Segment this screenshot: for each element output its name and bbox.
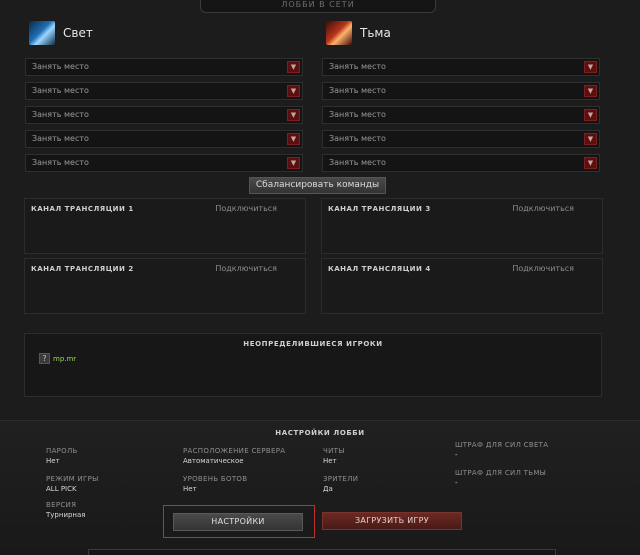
chevron-down-icon[interactable]: ▼ bbox=[287, 61, 300, 73]
slot-label: Занять место bbox=[32, 86, 89, 95]
radiant-slot-4[interactable]: Занять место ▼ bbox=[25, 130, 303, 148]
radiant-penalty-value: - bbox=[455, 451, 458, 459]
server-label: РАСПОЛОЖЕНИЕ СЕРВЕРА bbox=[183, 447, 286, 455]
radiant-slot-1[interactable]: Занять место ▼ bbox=[25, 58, 303, 76]
slot-label: Занять место bbox=[32, 158, 89, 167]
radiant-slot-2[interactable]: Занять место ▼ bbox=[25, 82, 303, 100]
join-broadcast-link[interactable]: Подключиться bbox=[512, 204, 574, 213]
broadcast-channel-title: КАНАЛ ТРАНСЛЯЦИИ 2 bbox=[31, 265, 134, 273]
broadcast-channel-3: КАНАЛ ТРАНСЛЯЦИИ 3 Подключиться bbox=[321, 198, 603, 254]
slot-label: Занять место bbox=[329, 158, 386, 167]
chevron-down-icon[interactable]: ▼ bbox=[584, 133, 597, 145]
chevron-down-icon[interactable]: ▼ bbox=[287, 85, 300, 97]
game-mode-label: РЕЖИМ ИГРЫ bbox=[46, 475, 99, 483]
spectators-value: Да bbox=[323, 485, 333, 493]
dire-team-name: Тьма bbox=[360, 26, 391, 40]
dire-header: Тьма bbox=[326, 20, 391, 46]
cheats-label: ЧИТЫ bbox=[323, 447, 345, 455]
lobby-settings-title: НАСТРОЙКИ ЛОББИ bbox=[275, 429, 365, 437]
chevron-down-icon[interactable]: ▼ bbox=[287, 109, 300, 121]
broadcast-channel-4: КАНАЛ ТРАНСЛЯЦИИ 4 Подключиться bbox=[321, 258, 603, 314]
radiant-header: Свет bbox=[29, 20, 93, 46]
spectators-label: ЗРИТЕЛИ bbox=[323, 475, 359, 483]
chevron-down-icon[interactable]: ▼ bbox=[584, 85, 597, 97]
lobby-settings-panel: НАСТРОЙКИ ЛОББИ ПАРОЛЬ Нет РЕЖИМ ИГРЫ AL… bbox=[0, 420, 640, 555]
chevron-down-icon[interactable]: ▼ bbox=[287, 133, 300, 145]
radiant-team-icon bbox=[29, 21, 55, 45]
dire-team-icon bbox=[326, 21, 352, 45]
join-broadcast-link[interactable]: Подключиться bbox=[512, 264, 574, 273]
broadcast-channel-1: КАНАЛ ТРАНСЛЯЦИИ 1 Подключиться bbox=[24, 198, 306, 254]
version-value: Турнирная bbox=[46, 511, 86, 519]
broadcast-channel-title: КАНАЛ ТРАНСЛЯЦИИ 3 bbox=[328, 205, 431, 213]
radiant-slot-5[interactable]: Занять место ▼ bbox=[25, 154, 303, 172]
chevron-down-icon[interactable]: ▼ bbox=[584, 109, 597, 121]
chevron-down-icon[interactable]: ▼ bbox=[287, 157, 300, 169]
player-item[interactable]: ? mp.mr bbox=[39, 353, 76, 364]
unassigned-players-title: НЕОПРЕДЕЛИВШИЕСЯ ИГРОКИ bbox=[243, 340, 383, 348]
slot-label: Занять место bbox=[32, 110, 89, 119]
game-mode-value: ALL PICK bbox=[46, 485, 77, 493]
slot-label: Занять место bbox=[32, 134, 89, 143]
dire-slot-1[interactable]: Занять место ▼ bbox=[322, 58, 600, 76]
chevron-down-icon[interactable]: ▼ bbox=[584, 157, 597, 169]
balance-teams-button[interactable]: Сбалансировать команды bbox=[249, 177, 386, 194]
bots-label: УРОВЕНЬ БОТОВ bbox=[183, 475, 248, 483]
settings-button-highlight: НАСТРОЙКИ bbox=[163, 505, 315, 538]
broadcast-channel-title: КАНАЛ ТРАНСЛЯЦИИ 4 bbox=[328, 265, 431, 273]
window-title: ЛОББИ В СЕТИ bbox=[200, 0, 436, 13]
radiant-team-name: Свет bbox=[63, 26, 93, 40]
slot-label: Занять место bbox=[329, 62, 386, 71]
avatar: ? bbox=[39, 353, 50, 364]
slot-label: Занять место bbox=[32, 62, 89, 71]
radiant-slot-3[interactable]: Занять место ▼ bbox=[25, 106, 303, 124]
slot-label: Занять место bbox=[329, 110, 386, 119]
dire-penalty-label: ШТРАФ ДЛЯ СИЛ ТЬМЫ bbox=[455, 469, 547, 477]
dire-slot-3[interactable]: Занять место ▼ bbox=[322, 106, 600, 124]
bottom-tab-edge bbox=[88, 549, 556, 555]
dire-slot-4[interactable]: Занять место ▼ bbox=[322, 130, 600, 148]
slot-label: Занять место bbox=[329, 86, 386, 95]
settings-button[interactable]: НАСТРОЙКИ bbox=[173, 513, 303, 531]
password-label: ПАРОЛЬ bbox=[46, 447, 78, 455]
join-broadcast-link[interactable]: Подключиться bbox=[215, 264, 277, 273]
chevron-down-icon[interactable]: ▼ bbox=[584, 61, 597, 73]
dire-penalty-value: - bbox=[455, 479, 458, 487]
unassigned-players-panel: НЕОПРЕДЕЛИВШИЕСЯ ИГРОКИ ? mp.mr bbox=[24, 333, 602, 397]
broadcast-channel-title: КАНАЛ ТРАНСЛЯЦИИ 1 bbox=[31, 205, 134, 213]
version-label: ВЕРСИЯ bbox=[46, 501, 77, 509]
join-broadcast-link[interactable]: Подключиться bbox=[215, 204, 277, 213]
dire-slot-2[interactable]: Занять место ▼ bbox=[322, 82, 600, 100]
dire-slot-5[interactable]: Занять место ▼ bbox=[322, 154, 600, 172]
broadcast-channel-2: КАНАЛ ТРАНСЛЯЦИИ 2 Подключиться bbox=[24, 258, 306, 314]
load-game-button[interactable]: ЗАГРУЗИТЬ ИГРУ bbox=[322, 512, 462, 530]
radiant-penalty-label: ШТРАФ ДЛЯ СИЛ СВЕТА bbox=[455, 441, 549, 449]
cheats-value: Нет bbox=[323, 457, 337, 465]
player-name: mp.mr bbox=[53, 354, 77, 363]
password-value: Нет bbox=[46, 457, 60, 465]
server-value: Автоматическое bbox=[183, 457, 244, 465]
slot-label: Занять место bbox=[329, 134, 386, 143]
bots-value: Нет bbox=[183, 485, 197, 493]
